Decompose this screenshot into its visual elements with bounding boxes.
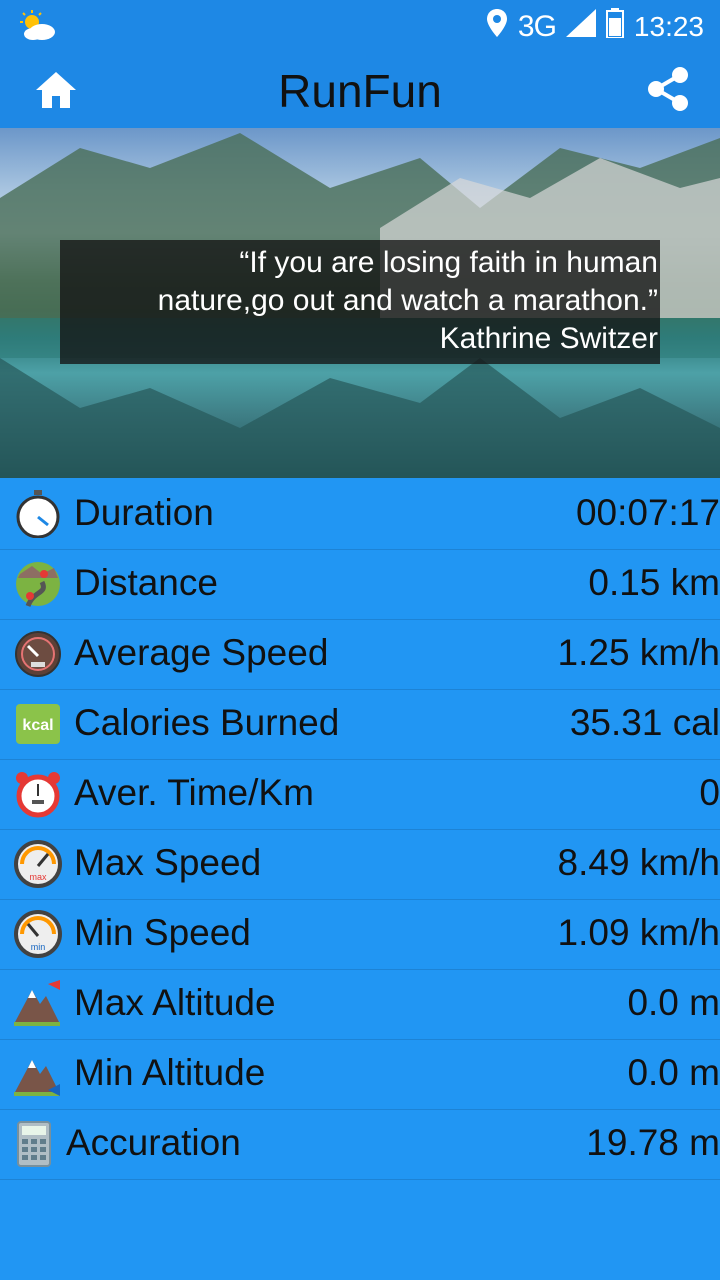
- stat-label: Max Speed: [74, 842, 262, 883]
- stat-row-min-altitude: Min Altitude 0.0 m: [0, 1040, 720, 1110]
- status-bar: 3G 13:23: [0, 0, 720, 54]
- quote-box: “If you are losing faith in human nature…: [60, 240, 660, 364]
- stat-row-max-speed: max Max Speed 8.49 km/h: [0, 830, 720, 900]
- stat-value: 00:07:17: [575, 492, 720, 533]
- network-type: 3G: [517, 9, 557, 43]
- svg-text:min: min: [31, 942, 46, 952]
- speedometer-icon: [14, 630, 62, 678]
- min-gauge-icon: min: [14, 910, 62, 958]
- stat-value: 1.09 km/h: [557, 912, 720, 953]
- mountain-down-icon: [14, 1050, 62, 1098]
- stat-label: Duration: [74, 492, 214, 533]
- max-gauge-icon: max: [14, 840, 62, 888]
- kcal-icon: kcal: [14, 700, 62, 748]
- quote-banner: “If you are losing faith in human nature…: [0, 128, 720, 478]
- svg-text:kcal: kcal: [22, 717, 53, 734]
- app-toolbar: RunFun: [0, 54, 720, 128]
- stat-value: 19.78 m: [586, 1122, 720, 1163]
- alarm-clock-icon: [14, 770, 62, 818]
- stats-list: Duration 00:07:17 Distance 0.15 km Avera…: [0, 480, 720, 1180]
- share-icon[interactable]: [646, 66, 690, 117]
- stat-value: 1.25 km/h: [557, 632, 720, 673]
- quote-line-2: nature,go out and watch a marathon.”: [157, 284, 658, 317]
- stat-label: Min Altitude: [74, 1052, 266, 1093]
- svg-text:max: max: [29, 872, 47, 882]
- stat-row-duration: Duration 00:07:17: [0, 480, 720, 550]
- stat-label: Calories Burned: [74, 702, 340, 743]
- weather-icon: [18, 10, 58, 47]
- stat-row-max-altitude: Max Altitude 0.0 m: [0, 970, 720, 1040]
- quote-line-1: “If you are losing faith in human: [239, 246, 658, 279]
- clock-time: 13:23: [633, 10, 704, 42]
- stat-value: 0.0 m: [627, 982, 720, 1023]
- quote-author: Kathrine Switzer: [439, 322, 658, 355]
- stat-value: 0: [699, 772, 720, 813]
- app-title: RunFun: [278, 65, 442, 117]
- stat-value: 8.49 km/h: [557, 842, 720, 883]
- stat-value: 0.0 m: [627, 1052, 720, 1093]
- signal-icon: [565, 9, 596, 44]
- location-icon: [486, 8, 508, 45]
- stat-row-calories: kcal Calories Burned 35.31 cal: [0, 690, 720, 760]
- stat-label: Distance: [74, 562, 218, 603]
- stat-label: Average Speed: [74, 632, 329, 673]
- stat-row-accuracy: Accuration 19.78 m: [0, 1110, 720, 1180]
- stat-row-min-speed: min Min Speed 1.09 km/h: [0, 900, 720, 970]
- stat-row-average-speed: Average Speed 1.25 km/h: [0, 620, 720, 690]
- stat-value: 0.15 km: [588, 562, 720, 603]
- route-map-icon: [14, 560, 62, 608]
- stat-label: Max Altitude: [74, 982, 276, 1023]
- stat-label: Min Speed: [74, 912, 251, 953]
- stat-row-time-per-km: Aver. Time/Km 0: [0, 760, 720, 830]
- stopwatch-icon: [14, 490, 62, 539]
- stat-label: Aver. Time/Km: [74, 772, 314, 813]
- battery-icon: [605, 8, 624, 45]
- stat-row-distance: Distance 0.15 km: [0, 550, 720, 620]
- calculator-icon: [14, 1120, 62, 1168]
- stat-label: Accuration: [66, 1122, 241, 1163]
- stat-value: 35.31 cal: [569, 702, 720, 743]
- mountain-up-icon: [14, 980, 62, 1028]
